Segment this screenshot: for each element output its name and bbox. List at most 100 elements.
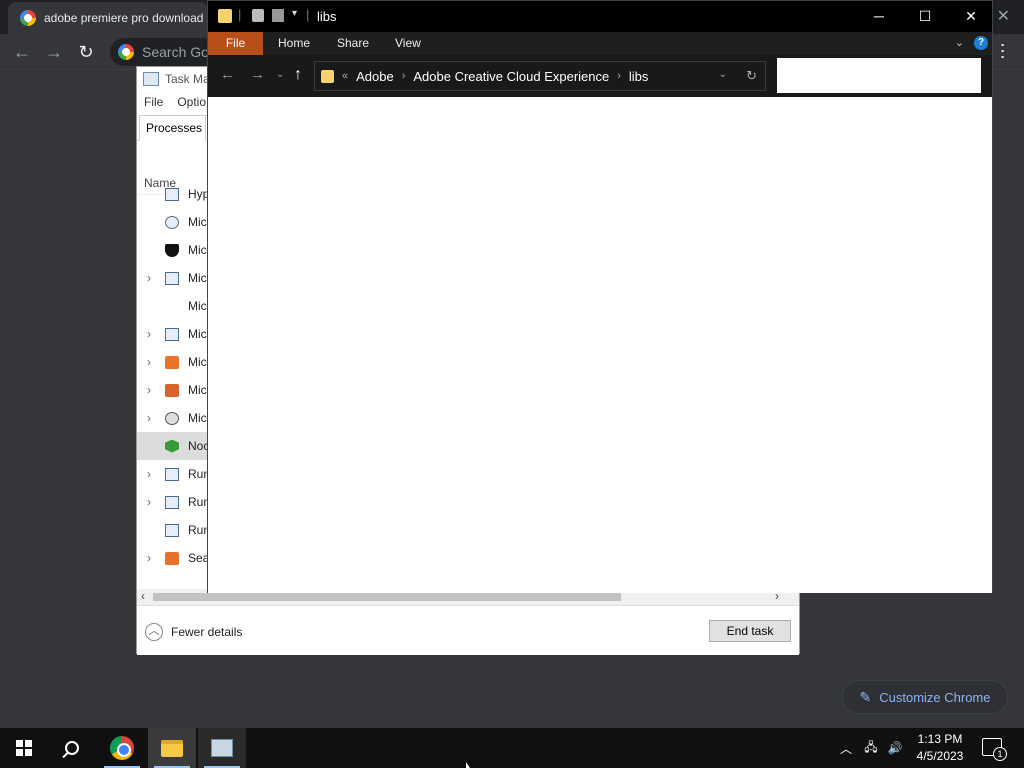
scroll-left-icon[interactable]: ‹ [141, 589, 145, 603]
up-arrow-icon[interactable]: ↑ [294, 66, 302, 84]
process-name: Mic [188, 327, 207, 341]
folder-content-area[interactable] [208, 97, 992, 593]
process-name: Mic [188, 383, 207, 397]
omnibox-placeholder: Search Goo [142, 44, 217, 60]
ribbon-tab-home[interactable]: Home [278, 32, 310, 55]
search-orange-icon [165, 551, 179, 565]
mouse-cursor [466, 762, 470, 768]
menu-file[interactable]: File [144, 95, 163, 109]
refresh-icon[interactable]: ↻ [746, 68, 757, 84]
process-name: Mic [188, 215, 207, 229]
app-window-icon [165, 327, 179, 341]
customize-chrome-button[interactable]: ✎ Customize Chrome [842, 680, 1008, 714]
search-icon [65, 741, 79, 755]
back-arrow-icon[interactable]: ← [220, 66, 235, 83]
properties-icon[interactable] [252, 9, 264, 22]
start-button[interactable] [0, 728, 48, 768]
expand-ribbon-icon[interactable]: ⌄ [955, 36, 964, 49]
breadcrumb-libs[interactable]: libs [629, 69, 649, 84]
expand-chevron-icon[interactable]: › [137, 355, 161, 369]
ribbon-tab-file[interactable]: File [208, 32, 263, 55]
expand-chevron-icon[interactable]: › [137, 383, 161, 397]
folder-icon [321, 69, 334, 83]
recent-locations-icon[interactable]: ⌄ [276, 69, 284, 80]
clock-time: 1:13 PM [917, 732, 963, 746]
expand-chevron-icon[interactable]: › [137, 551, 161, 565]
forward-arrow-icon[interactable]: → [250, 66, 265, 83]
network-icon[interactable]: 🖧 [860, 728, 882, 768]
magnifier-gear-icon [165, 215, 179, 229]
file-explorer-window: | ▾ | libs ─ ☐ ✕ File Home Share View ⌄ … [207, 0, 993, 593]
shield-icon [165, 243, 179, 257]
chrome-tab[interactable]: adobe premiere pro download [8, 2, 208, 34]
explorer-titlebar: | ▾ | libs ─ ☐ ✕ [208, 1, 992, 32]
back-icon[interactable]: ← [10, 40, 34, 64]
node-hexagon-icon [165, 439, 179, 453]
breadcrumb-overflow[interactable]: « [342, 70, 348, 82]
process-name: Mic [188, 355, 207, 369]
menu-options[interactable]: Optio [177, 95, 206, 109]
process-name: Mic [188, 299, 207, 313]
search-box[interactable] [777, 58, 981, 93]
windows-icon [16, 740, 32, 756]
reload-icon[interactable]: ↻ [74, 40, 98, 64]
fewer-details-label: Fewer details [171, 625, 243, 639]
explorer-title: libs [317, 9, 337, 24]
show-hidden-icons-icon[interactable]: ︿ [836, 728, 856, 768]
expand-chevron-icon[interactable]: › [137, 467, 161, 481]
scrollbar-thumb[interactable] [153, 593, 621, 601]
separator: | [306, 7, 310, 22]
expand-chevron-icon[interactable]: › [137, 495, 161, 509]
expand-chevron-icon[interactable]: › [137, 271, 161, 285]
new-folder-icon[interactable] [272, 9, 284, 22]
taskbar-task-manager[interactable] [198, 728, 246, 768]
chrome-close-icon[interactable]: ✕ [997, 6, 1010, 26]
minimize-icon[interactable]: ─ [856, 1, 902, 32]
clock-date: 4/5/2023 [916, 749, 964, 763]
chevron-right-icon[interactable]: › [617, 70, 621, 82]
search-person-icon [165, 411, 179, 425]
end-task-button[interactable]: End task [709, 620, 791, 642]
chevron-up-icon: ︿ [145, 623, 163, 641]
app-window-icon [165, 495, 179, 509]
expand-chevron-icon[interactable]: › [137, 411, 161, 425]
maximize-icon[interactable]: ☐ [902, 1, 948, 32]
taskbar: ︿ 🖧 🔊 1:13 PM 4/5/2023 1 [0, 728, 1024, 768]
app-window-icon [165, 187, 179, 201]
ribbon-tab-view[interactable]: View [395, 32, 421, 55]
app-window-icon [165, 523, 179, 537]
customize-chrome-label: Customize Chrome [879, 689, 991, 705]
close-icon[interactable]: ✕ [948, 1, 994, 32]
volume-icon[interactable]: 🔊 [884, 728, 906, 768]
chrome-menu-icon[interactable]: ⋯ [993, 42, 1013, 60]
process-name: Mic [188, 243, 207, 257]
chevron-down-icon[interactable]: ⌄ [719, 69, 727, 80]
app-window-icon [165, 271, 179, 285]
clock[interactable]: 1:13 PM 4/5/2023 [912, 731, 968, 765]
address-bar[interactable]: « Adobe › Adobe Creative Cloud Experienc… [314, 61, 766, 91]
expand-chevron-icon[interactable]: › [137, 327, 161, 341]
chrome-icon [110, 736, 134, 760]
breadcrumb-creative-cloud[interactable]: Adobe Creative Cloud Experience [413, 69, 609, 84]
search-button[interactable] [48, 728, 96, 768]
blank-icon [165, 300, 179, 313]
task-manager-footer: ︿ Fewer details End task [137, 605, 799, 655]
notification-center-icon[interactable]: 1 [982, 738, 1007, 761]
forward-icon[interactable]: → [42, 40, 66, 64]
folder-icon [161, 739, 183, 757]
keyboard-icon [165, 383, 179, 397]
chevron-right-icon[interactable]: › [402, 70, 406, 82]
help-icon[interactable]: ? [974, 36, 988, 50]
tab-processes[interactable]: Processes [139, 115, 210, 141]
taskbar-chrome[interactable] [98, 728, 146, 768]
process-name: Mic [188, 271, 207, 285]
navigation-bar: ← → ⌄ ↑ « Adobe › Adobe Creative Cloud E… [208, 55, 992, 97]
breadcrumb-adobe[interactable]: Adobe [356, 69, 394, 84]
app-window-icon [165, 467, 179, 481]
ribbon-tab-share[interactable]: Share [337, 32, 369, 55]
task-manager-icon [143, 72, 159, 86]
google-icon [20, 10, 36, 26]
fewer-details-button[interactable]: ︿ Fewer details [145, 623, 242, 641]
taskbar-file-explorer[interactable] [148, 728, 196, 768]
customize-toolbar-icon[interactable]: ▾ [292, 8, 297, 19]
